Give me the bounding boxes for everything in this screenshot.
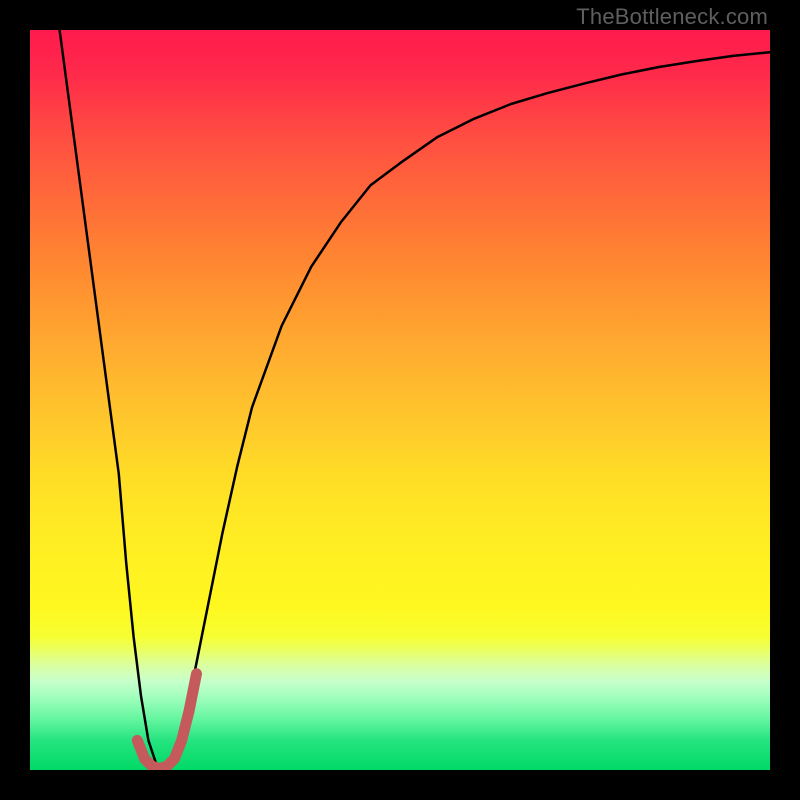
- curves-svg: [30, 30, 770, 770]
- chart-frame: TheBottleneck.com: [0, 0, 800, 800]
- series-black-curve: [60, 30, 770, 770]
- plot-area: [30, 30, 770, 770]
- watermark-text: TheBottleneck.com: [576, 4, 768, 30]
